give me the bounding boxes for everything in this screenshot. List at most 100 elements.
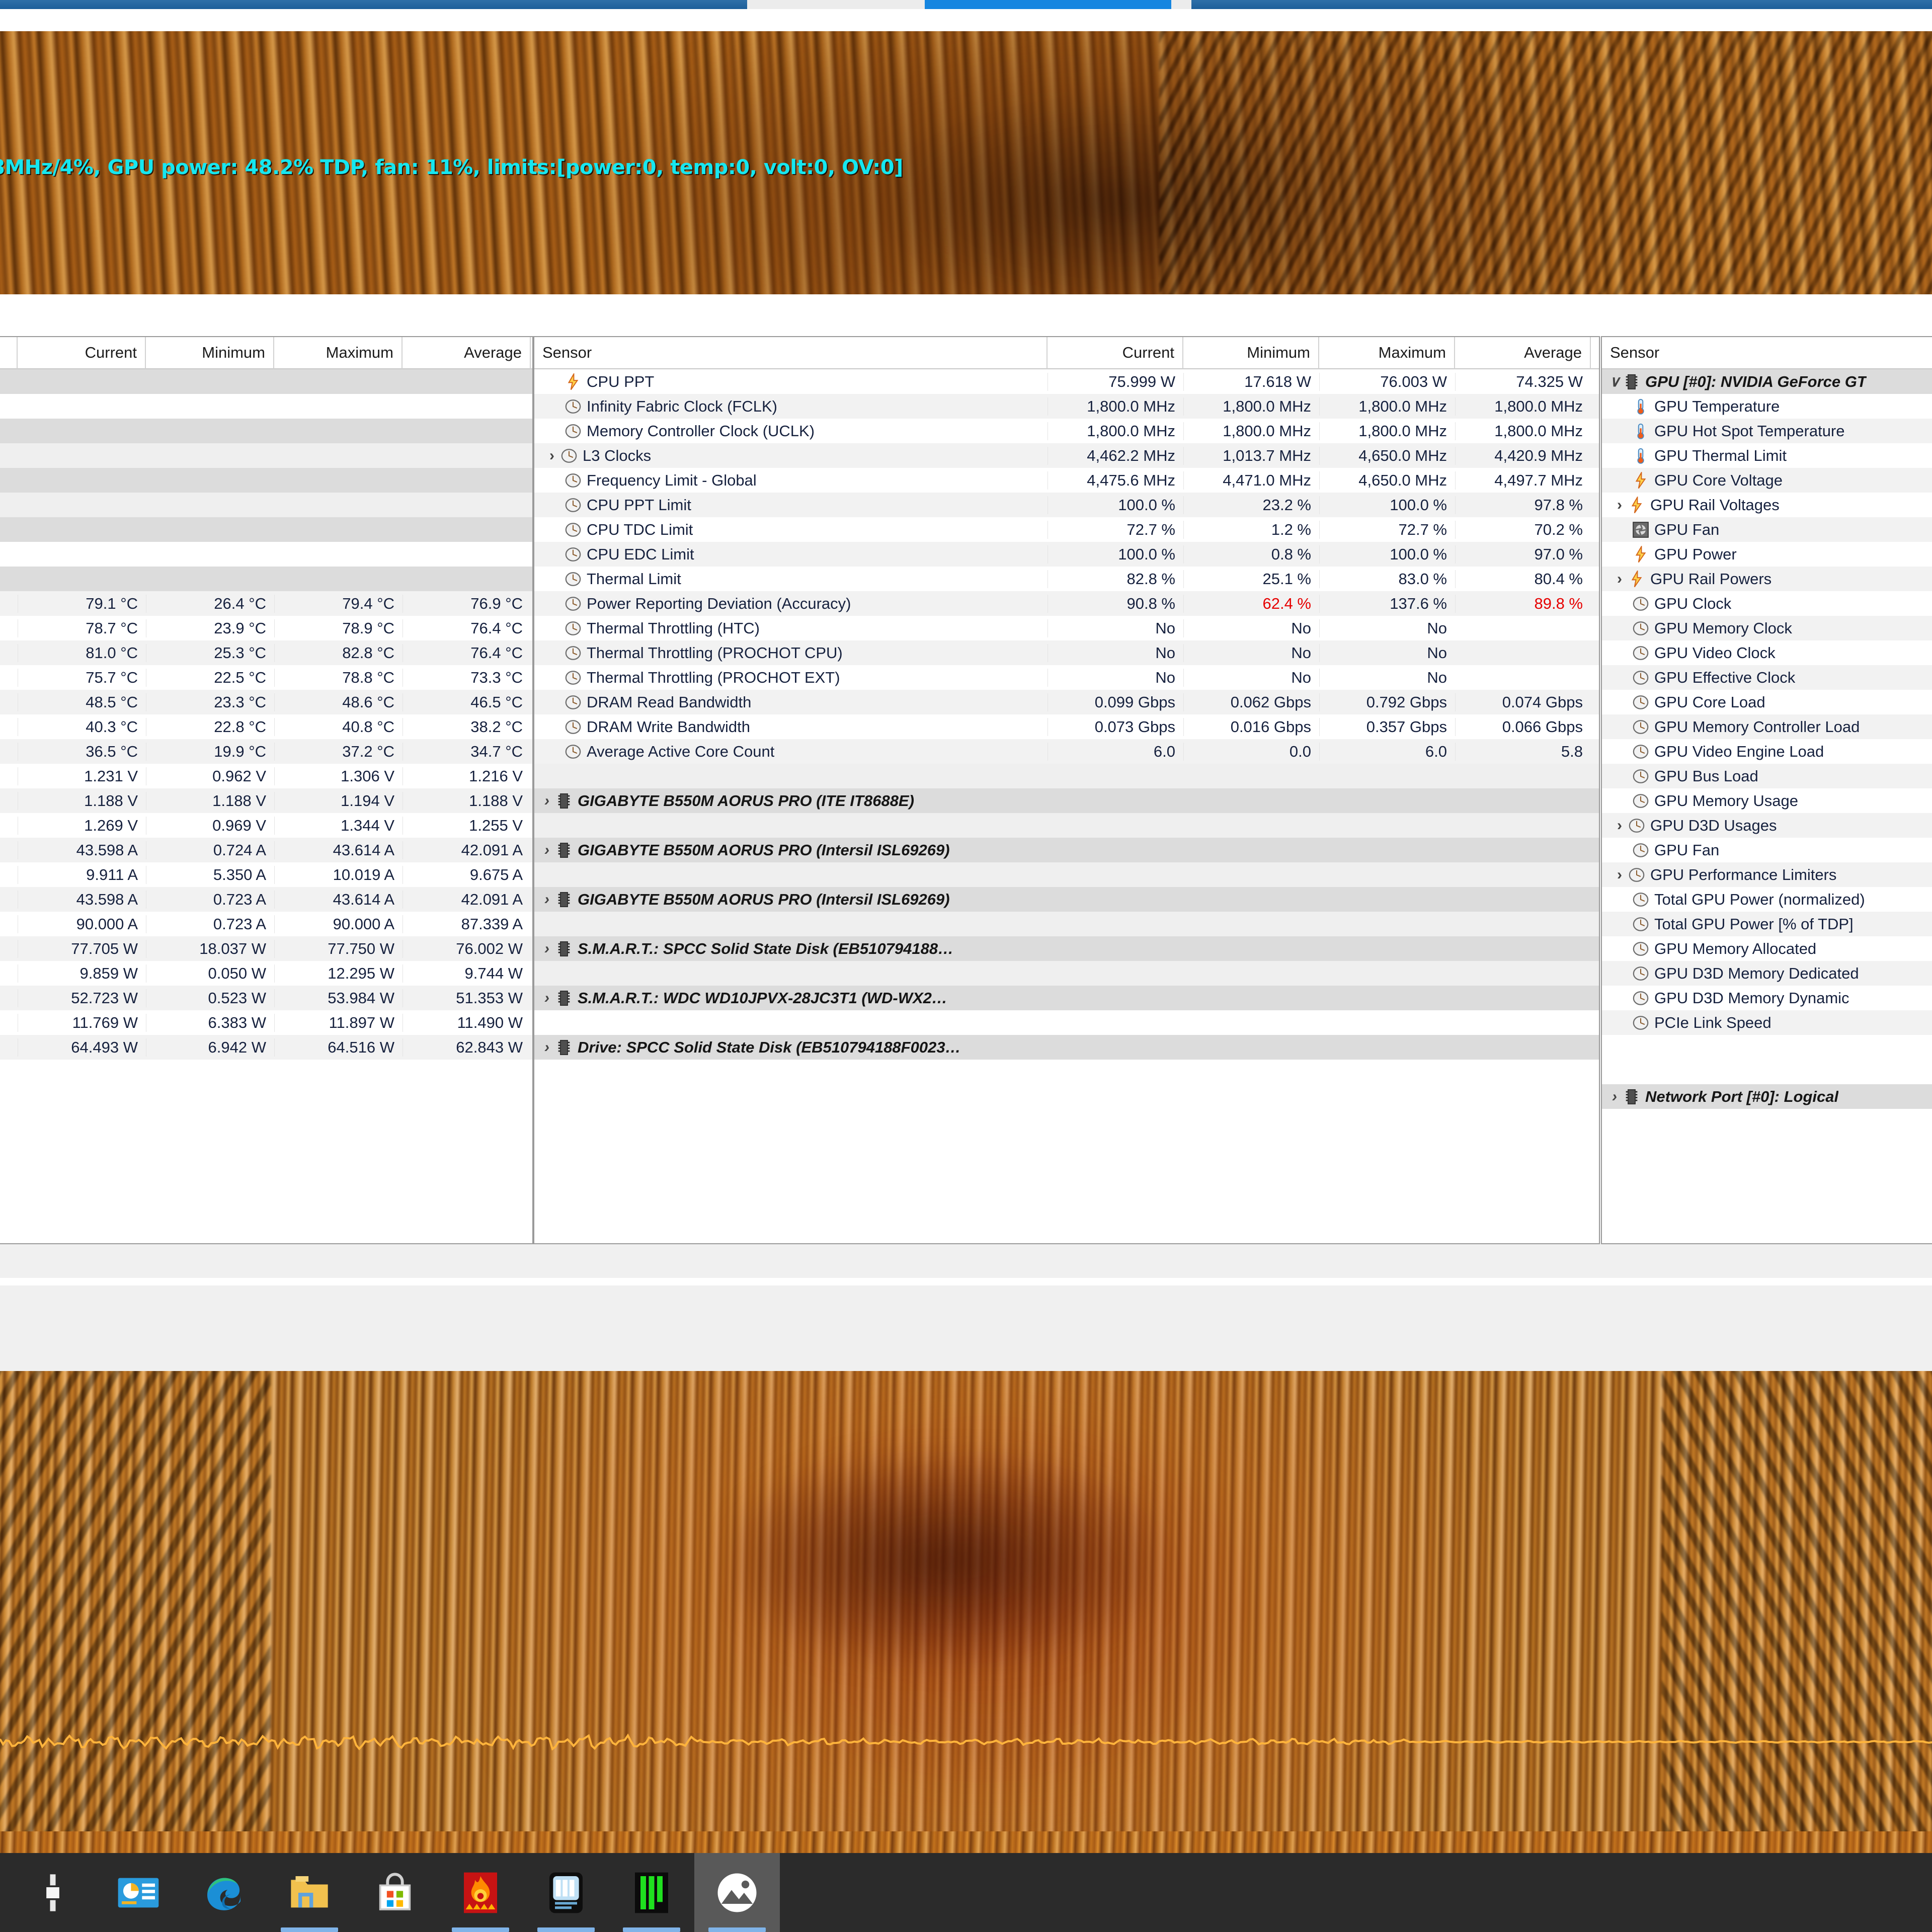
sensor-row[interactable]: › GPU Temperature	[1602, 394, 1932, 419]
row-name-cell[interactable]: › GPU Memory Usage	[1602, 792, 1932, 810]
chevron-right-icon[interactable]: ›	[543, 447, 560, 464]
chevron-right-icon[interactable]: ›	[543, 472, 560, 489]
row-name-cell[interactable]: › GPU Rail Powers	[1602, 570, 1932, 588]
sensor-row[interactable]: › Frequency Limit - Global 4,475.6 MHz4,47…	[534, 468, 1599, 493]
table-row[interactable]: 43.598 A 0.723 A 43.614 A 42.091 A	[0, 887, 532, 912]
sensor-row[interactable]: › GPU Memory Controller Load	[1602, 714, 1932, 739]
row-name-cell[interactable]: › Total GPU Power (normalized)	[1602, 891, 1932, 909]
left-column-header[interactable]: Maximum	[274, 337, 403, 369]
sensor-row[interactable]: › GPU Fan	[1602, 517, 1932, 542]
sensor-row[interactable]: › GPU Hot Spot Temperature	[1602, 419, 1932, 443]
chevron-right-icon[interactable]: ›	[1611, 669, 1628, 686]
left-panel-rows[interactable]: 79.1 °C 26.4 °C 79.4 °C 76.9 °C 78.7 °C 23.9 …	[0, 369, 532, 1084]
sensor-row[interactable]: ›Thermal Throttling (PROCHOT EXT)NoNoNo	[534, 665, 1599, 690]
middle-column-header[interactable]: Current	[1048, 337, 1183, 369]
table-row[interactable]	[0, 1060, 532, 1084]
row-name-cell[interactable]: › GPU Power	[1602, 545, 1932, 564]
row-name-cell[interactable]: › GPU Fan	[1602, 521, 1932, 539]
table-row[interactable]: 52.723 W 0.523 W 53.984 W 51.353 W	[0, 986, 532, 1010]
chevron-right-icon[interactable]: ›	[538, 990, 555, 1007]
sensor-row[interactable]: › GPU Video Engine Load	[1602, 739, 1932, 764]
chevron-right-icon[interactable]: ›	[1611, 916, 1628, 933]
sensor-table-panel-middle[interactable]: SensorCurrentMinimumMaximumAverage › CPU …	[533, 336, 1600, 1244]
chevron-right-icon[interactable]: ›	[1611, 792, 1628, 810]
row-name-cell[interactable]: › GIGABYTE B550M AORUS PRO (Intersil ISL6…	[534, 841, 1048, 859]
row-name-cell[interactable]: ∨ GPU [#0]: NVIDIA GeForce GT	[1602, 373, 1932, 391]
chevron-right-icon[interactable]: ›	[1606, 1088, 1623, 1105]
row-name-cell[interactable]: › Memory Controller Clock (UCLK)	[534, 422, 1048, 440]
left-column-header[interactable]: Minimum	[146, 337, 274, 369]
sensor-group-row[interactable]: › Network Port [#0]: Logical	[1602, 1084, 1932, 1109]
row-name-cell[interactable]: › GPU Memory Clock	[1602, 619, 1932, 637]
row-name-cell[interactable]: › Frequency Limit - Global	[534, 471, 1048, 490]
row-name-cell[interactable]: › GPU Performance Limiters	[1602, 866, 1932, 884]
sensor-row[interactable]: › GPU Effective Clock	[1602, 665, 1932, 690]
chevron-right-icon[interactable]: ›	[543, 694, 560, 711]
chevron-right-icon[interactable]: ›	[1611, 743, 1628, 760]
row-name-cell[interactable]: › Total GPU Power [% of TDP]	[1602, 915, 1932, 933]
table-row[interactable]: 81.0 °C 25.3 °C 82.8 °C 76.4 °C	[0, 640, 532, 665]
chevron-right-icon[interactable]: ›	[543, 423, 560, 440]
table-row[interactable]	[0, 443, 532, 468]
chevron-right-icon[interactable]: ›	[1611, 965, 1628, 982]
table-row[interactable]	[0, 493, 532, 517]
chevron-right-icon[interactable]: ›	[543, 620, 560, 637]
chevron-down-icon[interactable]: ∨	[1606, 373, 1623, 390]
sensor-row[interactable]: › GPU Clock	[1602, 591, 1932, 616]
chevron-right-icon[interactable]: ›	[538, 842, 555, 859]
sensor-row[interactable]: › Power Reporting Deviation (Accuracy) 90.…	[534, 591, 1599, 616]
row-name-cell[interactable]: › GPU Thermal Limit	[1602, 447, 1932, 465]
row-name-cell[interactable]: › GPU D3D Usages	[1602, 817, 1932, 835]
left-column-header[interactable]: Average	[403, 337, 531, 369]
sensor-row[interactable]: ›CPU EDC Limit100.0 %0.8 %100.0 %97.0 %	[534, 542, 1599, 567]
chevron-right-icon[interactable]: ›	[1611, 891, 1628, 908]
row-name-cell[interactable]: › CPU PPT	[534, 373, 1048, 391]
row-name-cell[interactable]: › CPU TDC Limit	[534, 521, 1048, 539]
sensor-row[interactable]: › GPU Rail Powers	[1602, 567, 1932, 591]
afterburner-button[interactable]	[609, 1853, 694, 1932]
table-row[interactable]: 64.493 W 6.942 W 64.516 W 62.843 W	[0, 1035, 532, 1060]
table-row[interactable]	[0, 369, 532, 394]
sensor-row[interactable]	[1602, 1035, 1932, 1060]
table-row[interactable]: 1.231 V 0.962 V 1.306 V 1.216 V	[0, 764, 532, 788]
row-name-cell[interactable]: › DRAM Write Bandwidth	[534, 718, 1048, 736]
chevron-right-icon[interactable]: ›	[543, 398, 560, 415]
sensor-row[interactable]: › GPU Memory Allocated	[1602, 936, 1932, 961]
chevron-right-icon[interactable]: ›	[1611, 645, 1628, 662]
burner-app-button[interactable]	[438, 1853, 523, 1932]
windows-taskbar[interactable]	[0, 1853, 1932, 1932]
chevron-right-icon[interactable]: ›	[1611, 472, 1628, 489]
sensor-row[interactable]: ›Average Active Core Count6.00.06.05.8	[534, 739, 1599, 764]
hwinfo-button[interactable]	[523, 1853, 609, 1932]
chevron-right-icon[interactable]: ›	[1611, 768, 1628, 785]
row-name-cell[interactable]: › GPU D3D Memory Dynamic	[1602, 989, 1932, 1007]
chevron-right-icon[interactable]: ›	[538, 792, 555, 810]
chevron-right-icon[interactable]: ›	[1611, 817, 1628, 834]
table-row[interactable]: 1.188 V 1.188 V 1.194 V 1.188 V	[0, 788, 532, 813]
chevron-right-icon[interactable]: ›	[543, 546, 560, 563]
table-row[interactable]	[0, 394, 532, 419]
chevron-right-icon[interactable]: ›	[1611, 842, 1628, 859]
sensor-row[interactable]: ›Thermal Throttling (PROCHOT CPU)NoNoNo	[534, 640, 1599, 665]
sensor-row[interactable]: › GPU D3D Memory Dynamic	[1602, 986, 1932, 1010]
row-name-cell[interactable]: › CPU EDC Limit	[534, 545, 1048, 564]
table-row[interactable]	[0, 567, 532, 591]
row-name-cell[interactable]: › CPU PPT Limit	[534, 496, 1048, 514]
table-row[interactable]: 75.7 °C 22.5 °C 78.8 °C 73.3 °C	[0, 665, 532, 690]
row-name-cell[interactable]: › PCIe Link Speed	[1602, 1014, 1932, 1032]
table-row[interactable]: 78.7 °C 23.9 °C 78.9 °C 76.4 °C	[0, 616, 532, 640]
table-row[interactable]: 11.769 W 6.383 W 11.897 W 11.490 W	[0, 1010, 532, 1035]
table-row[interactable]: 40.3 °C 22.8 °C 40.8 °C 38.2 °C	[0, 714, 532, 739]
row-name-cell[interactable]: › GPU Video Clock	[1602, 644, 1932, 662]
sensor-row[interactable]: › GPU Bus Load	[1602, 764, 1932, 788]
row-name-cell[interactable]: › GPU Rail Voltages	[1602, 496, 1932, 514]
chevron-right-icon[interactable]: ›	[1611, 694, 1628, 711]
table-row[interactable]: 77.705 W 18.037 W 77.750 W 76.002 W	[0, 936, 532, 961]
chevron-right-icon[interactable]: ›	[1611, 940, 1628, 957]
row-name-cell[interactable]: › DRAM Read Bandwidth	[534, 693, 1048, 711]
sensor-row[interactable]: › DRAM Write Bandwidth 0.073 Gbps0.016 Gbp…	[534, 714, 1599, 739]
sensor-row[interactable]: › Thermal Limit 82.8 %25.1 %83.0 %80.4 %	[534, 567, 1599, 591]
row-name-cell[interactable]: › GPU Core Voltage	[1602, 471, 1932, 490]
sensor-row[interactable]: › GPU Performance Limiters	[1602, 862, 1932, 887]
hwinfo-sensor-window[interactable]: Current Minimum Maximum Average 79.1 °C 26.4…	[0, 336, 1932, 1290]
